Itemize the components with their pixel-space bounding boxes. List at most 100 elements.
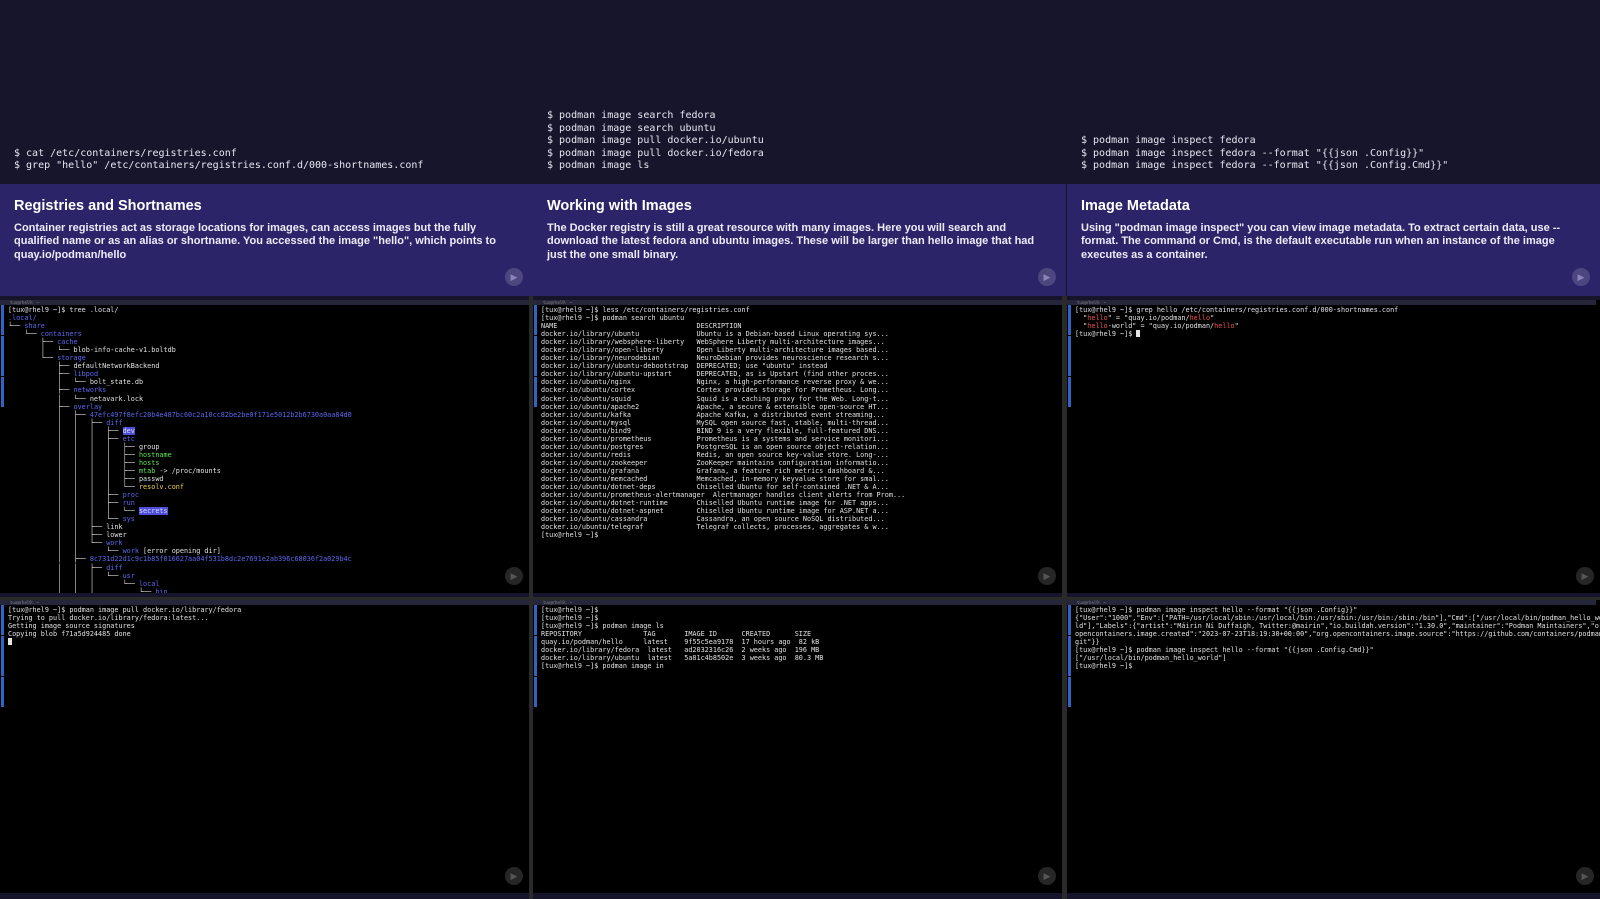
match-highlight: hello: [1087, 314, 1108, 323]
terminal-output: [tux@rhel9 ~]$ podman image inspect hell…: [1075, 606, 1600, 670]
activity-strip: [0, 305, 5, 417]
tree-line: [tux@rhel9 ~]$ tree .local/: [8, 306, 119, 314]
tree-entry: secrets: [138, 507, 168, 516]
terminal-line: opencontainers.image.created":"2023-07-2…: [1075, 630, 1600, 639]
command-area: $ podman image inspect fedora $ podman i…: [1067, 0, 1600, 184]
tree-entry: 8c731d22d1c9c1b85f016627aa04f531b8dc2e76…: [89, 555, 352, 564]
terminal-output: [tux@rhel9 ~]$ grep hello /etc/container…: [1075, 306, 1398, 338]
terminal-title-bar: tux@rhel9: ~: [533, 600, 1062, 605]
terminal-title-bar: tux@rhel9: ~: [533, 300, 1062, 305]
card-title: Working with Images: [547, 198, 692, 214]
tree-branch: │ │ │ ├──: [8, 499, 123, 508]
tree-entry: sys: [122, 515, 135, 524]
cursor: [8, 638, 12, 646]
tree-entry: resolv.conf: [138, 483, 184, 492]
terminal-search[interactable]: tux@rhel9: ~ [tux@rhel9 ~]$ less /etc/co…: [533, 300, 1062, 593]
terminal-line: [tux@rhel9 ~]$: [541, 614, 603, 623]
cursor: [1136, 330, 1141, 338]
tree-branch: │ ├──: [8, 410, 90, 419]
terminal-inspect[interactable]: tux@rhel9: ~ [tux@rhel9 ~]$ podman image…: [1067, 600, 1600, 893]
tree-branch: └──: [8, 322, 25, 331]
terminal-title: tux@rhel9: ~: [1077, 300, 1106, 305]
tree-entry: local: [138, 579, 160, 588]
tree-line: │ │ │ └── bin: [8, 588, 168, 593]
tree-line: └── containers: [8, 330, 81, 339]
command-line: $ podman image pull docker.io/ubuntu: [547, 135, 764, 147]
terminal-line: Copying blob f71a5d924485 done: [8, 630, 131, 639]
tree-line: │ │ │ └── local: [8, 580, 159, 588]
tree-branch: │ │ │ ├──: [8, 426, 123, 435]
terminal-tree[interactable]: tux@rhel9: ~ [tux@rhel9 ~]$ tree .local/…: [0, 300, 529, 593]
terminal-line: docker.io/ubuntu/memcached Memcached, in…: [541, 474, 889, 483]
command-area: $ podman image search fedora $ podman im…: [533, 0, 1066, 184]
card-title: Image Metadata: [1081, 198, 1190, 214]
terminal-title-bar: tux@rhel9: ~: [1067, 600, 1596, 605]
text: ": [1210, 314, 1215, 323]
terminal-line: docker.io/library/websphere-liberty WebS…: [541, 338, 885, 347]
tree-line: │ └── netavark.lock: [8, 395, 143, 403]
terminal-pull[interactable]: tux@rhel9: ~ [tux@rhel9 ~]$ podman image…: [0, 600, 529, 893]
play-icon[interactable]: ▶: [1038, 268, 1056, 286]
play-icon[interactable]: ▶: [1576, 567, 1594, 585]
tree-line: ├── cache: [8, 338, 78, 346]
terminal-line: REPOSITORY TAG IMAGE ID CREATED SIZE: [541, 630, 812, 639]
tree-branch: │ │ │ └──: [8, 579, 139, 588]
terminal-line: [tux@rhel9 ~]$ less /etc/containers/regi…: [541, 306, 750, 314]
tree-entry: proc: [122, 491, 139, 500]
tree-line: .local/: [8, 314, 37, 322]
command-line: $ podman image inspect fedora --format "…: [1081, 160, 1449, 172]
tree-branch: └──: [8, 330, 41, 339]
terminal-line: [tux@rhel9 ~]$ podman search ubuntu: [541, 314, 685, 323]
tree-entry: bin: [155, 587, 168, 593]
play-icon[interactable]: ▶: [1576, 867, 1594, 885]
terminal-title: tux@rhel9: ~: [10, 300, 39, 305]
card-description: Using "podman image inspect" you can vie…: [1081, 222, 1561, 261]
tree-line: │ │ │ ├── run: [8, 499, 135, 507]
terminal-line: docker.io/ubuntu/nginx Nginx, a high-per…: [541, 378, 889, 387]
match-highlight: hello: [1189, 314, 1211, 323]
tree-line: │ │ │ ├── proc: [8, 491, 139, 499]
play-icon[interactable]: ▶: [1038, 867, 1056, 885]
terminal-line: docker.io/ubuntu/bind9 BIND 9 is a very …: [541, 426, 889, 435]
tree-line: │ │ │ │ ├── hostname: [8, 451, 172, 459]
text: ": [1234, 322, 1239, 331]
terminal-line: docker.io/ubuntu/cassandra Cassandra, an…: [541, 515, 885, 524]
tree-line: ├── networks: [8, 386, 106, 394]
tree-branch: │ │ │ │ ├──: [8, 466, 139, 475]
tree-branch: │ ├──: [8, 555, 90, 564]
tree-suffix: -> /proc/mounts: [155, 466, 221, 475]
terminal-ls[interactable]: tux@rhel9: ~ [tux@rhel9 ~]$ [tux@rhel9 ~…: [533, 600, 1062, 893]
tree-line: │ │ │ │ └── resolv.conf: [8, 483, 184, 491]
terminal-line: docker.io/ubuntu/redis Redis, an open so…: [541, 450, 889, 459]
terminal-line: [tux@rhel9 ~]$ grep hello /etc/container…: [1075, 306, 1399, 314]
match-highlight: hello: [1087, 322, 1108, 331]
play-icon[interactable]: ▶: [505, 867, 523, 885]
command-line: $ grep "hello" /etc/containers/registrie…: [14, 160, 424, 172]
command-list: $ podman image inspect fedora $ podman i…: [1081, 135, 1448, 173]
tree-branch: │ │ ├──: [8, 418, 107, 427]
terminal-title: tux@rhel9: ~: [10, 600, 39, 605]
command-area: $ cat /etc/containers/registries.conf $ …: [0, 0, 533, 184]
tree-line: │ │ │ └── usr: [8, 572, 135, 580]
terminal-line: docker.io/library/ubuntu latest 5a81c4b8…: [541, 654, 824, 663]
tree-entry: cache: [57, 338, 78, 347]
tree-entry: group: [138, 442, 160, 451]
command-line: $ podman image ls: [547, 160, 650, 172]
terminal-grep[interactable]: tux@rhel9: ~ [tux@rhel9 ~]$ grep hello /…: [1067, 300, 1600, 593]
tree-branch: │ │ ├──: [8, 563, 107, 572]
tree-branch: │ │ │ │ ├──: [8, 450, 139, 459]
info-card: Registries and Shortnames Container regi…: [0, 184, 533, 296]
tree-entry: run: [122, 499, 135, 508]
text: ": [1075, 314, 1088, 323]
play-icon[interactable]: ▶: [1572, 268, 1590, 286]
play-icon[interactable]: ▶: [1038, 567, 1056, 585]
terminal-title: tux@rhel9: ~: [1077, 600, 1106, 605]
text: -world" = "quay.io/podman/: [1107, 322, 1215, 331]
terminal-line: [tux@rhel9 ~]$ podman image pull docker.…: [8, 606, 242, 614]
play-icon[interactable]: ▶: [505, 268, 523, 286]
terminal-line: ld"],"Labels":{"artist":"Máirin Ní Duffa…: [1075, 622, 1600, 631]
play-icon[interactable]: ▶: [505, 567, 523, 585]
tree-line: │ │ │ ├── dev: [8, 426, 135, 435]
tree-line: ├── overlay: [8, 403, 102, 411]
tree-entry: usr: [122, 571, 135, 580]
